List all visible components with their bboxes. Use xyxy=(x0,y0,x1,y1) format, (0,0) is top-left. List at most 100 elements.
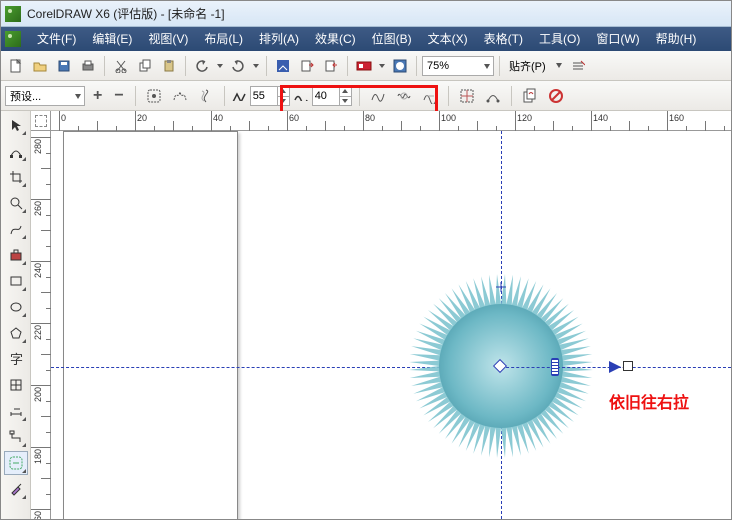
window-title: CorelDRAW X6 (评估版) - [未命名 -1] xyxy=(27,5,225,22)
menu-text[interactable]: 文本(X) xyxy=(420,27,476,51)
zigzag-frequency-spin[interactable] xyxy=(312,86,352,106)
preset-remove-button[interactable]: − xyxy=(110,87,127,105)
text-tool[interactable]: 字 xyxy=(4,347,28,371)
interactive-distort-tool[interactable] xyxy=(4,451,28,475)
copy-button[interactable] xyxy=(134,55,156,77)
canvas-annotation-text: 依旧往右拉 xyxy=(609,389,689,413)
distort-end-handle[interactable] xyxy=(623,361,633,371)
options-button[interactable] xyxy=(567,55,589,77)
center-distort-button[interactable] xyxy=(456,85,478,107)
eyedropper-tool[interactable] xyxy=(4,477,28,501)
menu-bitmaps[interactable]: 位图(B) xyxy=(364,27,420,51)
menu-file[interactable]: 文件(F) xyxy=(29,27,84,51)
undo-drop[interactable] xyxy=(215,55,225,77)
smooth-distort-button[interactable] xyxy=(393,85,415,107)
hruler-label: 100 xyxy=(441,113,456,123)
ellipse-tool[interactable] xyxy=(4,295,28,319)
save-button[interactable] xyxy=(53,55,75,77)
page xyxy=(63,131,238,519)
separator xyxy=(511,86,512,106)
pick-tool[interactable] xyxy=(4,113,28,137)
table-tool[interactable] xyxy=(4,373,28,397)
convert-curve-button[interactable] xyxy=(482,85,504,107)
undo-button[interactable] xyxy=(191,55,213,77)
crop-tool[interactable] xyxy=(4,165,28,189)
import-button[interactable] xyxy=(296,55,318,77)
menu-help[interactable]: 帮助(H) xyxy=(648,27,705,51)
open-button[interactable] xyxy=(29,55,51,77)
paste-button[interactable] xyxy=(158,55,180,77)
preset-add-button[interactable]: + xyxy=(89,87,106,105)
snap-combo[interactable]: 贴齐(P) xyxy=(505,56,565,76)
rectangle-tool[interactable] xyxy=(4,269,28,293)
copy-properties-button[interactable] xyxy=(519,85,541,107)
zoom-combo[interactable]: 75% xyxy=(422,56,494,76)
zoom-tool[interactable] xyxy=(4,191,28,215)
distort-vector-line[interactable] xyxy=(501,367,621,368)
polygon-tool[interactable] xyxy=(4,321,28,345)
vruler-label: 180 xyxy=(33,449,43,464)
export-button[interactable] xyxy=(320,55,342,77)
vruler-label: 200 xyxy=(33,387,43,402)
ruler-origin[interactable] xyxy=(31,111,51,131)
spin-up[interactable] xyxy=(277,87,289,96)
separator xyxy=(416,56,417,76)
app-window: CorelDRAW X6 (评估版) - [未命名 -1] 文件(F) 编辑(E… xyxy=(0,0,732,520)
search-button[interactable] xyxy=(272,55,294,77)
doc-icon[interactable] xyxy=(5,31,21,47)
random-distort-button[interactable] xyxy=(367,85,389,107)
zigzag-amplitude-input[interactable] xyxy=(251,90,277,102)
app-launcher-button[interactable] xyxy=(389,55,411,77)
zigzag-frequency-input[interactable] xyxy=(313,90,339,102)
hruler-label: 140 xyxy=(593,113,608,123)
freehand-tool[interactable] xyxy=(4,217,28,241)
menu-window[interactable]: 窗口(W) xyxy=(588,27,647,51)
distort-amplitude-handle[interactable] xyxy=(551,358,559,376)
menu-table[interactable]: 表格(T) xyxy=(476,27,531,51)
workarea: 字 020406080100120140160180 2802602402202… xyxy=(1,111,731,519)
spin-down[interactable] xyxy=(339,96,351,105)
horizontal-ruler[interactable]: 020406080100120140160180 xyxy=(51,111,731,131)
zipper-distort-button[interactable] xyxy=(169,85,191,107)
spin-down[interactable] xyxy=(277,96,289,105)
push-pull-distort-button[interactable] xyxy=(143,85,165,107)
menu-layout[interactable]: 布局(L) xyxy=(196,27,251,51)
svg-text:字: 字 xyxy=(10,352,23,366)
menu-effects[interactable]: 效果(C) xyxy=(307,27,364,51)
connector-tool[interactable] xyxy=(4,425,28,449)
print-button[interactable] xyxy=(77,55,99,77)
vruler-label: 280 xyxy=(33,139,43,154)
toolbox: 字 xyxy=(1,111,31,519)
vruler-label: 240 xyxy=(33,263,43,278)
publish-drop[interactable] xyxy=(377,55,387,77)
cut-button[interactable] xyxy=(110,55,132,77)
separator xyxy=(185,56,186,76)
shape-tool[interactable] xyxy=(4,139,28,163)
spin-up[interactable] xyxy=(339,87,351,96)
clear-distort-button[interactable] xyxy=(545,85,567,107)
vruler-label: 160 xyxy=(33,511,43,519)
hruler-label: 80 xyxy=(365,113,375,123)
separator xyxy=(347,56,348,76)
canvas[interactable]: 依旧往右拉 xyxy=(51,131,731,519)
vertical-ruler[interactable]: 280260240220200180160 xyxy=(31,131,51,519)
local-distort-button[interactable] xyxy=(419,85,441,107)
menu-edit[interactable]: 编辑(E) xyxy=(84,27,140,51)
publish-button[interactable] xyxy=(353,55,375,77)
separator xyxy=(224,86,225,106)
titlebar: CorelDRAW X6 (评估版) - [未命名 -1] xyxy=(1,1,731,27)
smart-fill-tool[interactable] xyxy=(4,243,28,267)
menu-tools[interactable]: 工具(O) xyxy=(531,27,588,51)
redo-drop[interactable] xyxy=(251,55,261,77)
new-button[interactable] xyxy=(5,55,27,77)
distort-direction-arrow[interactable] xyxy=(609,361,621,373)
dimension-tool[interactable] xyxy=(4,399,28,423)
twister-distort-button[interactable] xyxy=(195,85,217,107)
zigzag-amplitude-spin[interactable] xyxy=(250,86,290,106)
menu-arrange[interactable]: 排列(A) xyxy=(251,27,307,51)
redo-button[interactable] xyxy=(227,55,249,77)
app-icon xyxy=(5,6,21,22)
menu-view[interactable]: 视图(V) xyxy=(140,27,196,51)
preset-combo[interactable]: 预设... xyxy=(5,86,85,106)
property-bar: 预设... + − xyxy=(1,81,731,111)
